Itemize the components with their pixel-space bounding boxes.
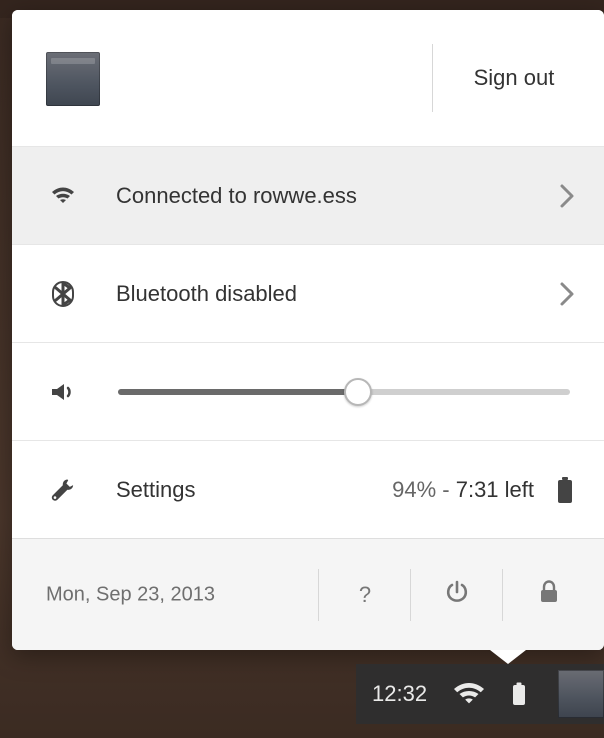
volume-slider-fill xyxy=(118,388,358,395)
network-status-label: Connected to rowwe.ess xyxy=(116,182,357,208)
volume-slider-knob[interactable] xyxy=(343,377,372,406)
lock-button[interactable] xyxy=(514,573,584,617)
help-button[interactable]: ? xyxy=(330,573,400,617)
power-icon xyxy=(444,579,470,610)
tray-user-avatar[interactable] xyxy=(558,670,604,718)
footer-divider xyxy=(410,569,411,621)
volume-slider[interactable] xyxy=(118,377,570,406)
user-header: Sign out xyxy=(12,10,604,146)
battery-status: 94% - 7:31 left xyxy=(392,477,534,503)
sign-out-button[interactable]: Sign out xyxy=(444,60,584,96)
wifi-icon xyxy=(50,183,76,209)
speaker-icon[interactable] xyxy=(50,379,76,405)
bluetooth-icon xyxy=(50,280,76,307)
user-avatar xyxy=(46,52,100,106)
battery-separator: - xyxy=(436,476,456,502)
footer-divider xyxy=(502,569,503,621)
bluetooth-status-label: Bluetooth disabled xyxy=(116,280,298,306)
tray-clock[interactable]: 12:32 xyxy=(372,681,427,707)
status-tray[interactable]: 12:32 xyxy=(356,664,604,724)
chevron-right-icon xyxy=(556,281,576,307)
date-label: Mon, Sep 23, 2013 xyxy=(46,583,216,605)
menu-pointer xyxy=(490,650,526,664)
lock-icon xyxy=(537,579,561,610)
power-button[interactable] xyxy=(422,573,492,617)
settings-row[interactable]: Settings 94% - 7:31 left xyxy=(12,440,604,538)
chevron-right-icon xyxy=(556,183,576,209)
help-label: ? xyxy=(358,581,372,607)
network-row[interactable]: Connected to rowwe.ess xyxy=(12,146,604,244)
battery-percent: 94% xyxy=(392,476,437,502)
bluetooth-row[interactable]: Bluetooth disabled xyxy=(12,244,604,342)
battery-time-remaining: 7:31 left xyxy=(455,476,534,502)
footer-divider xyxy=(318,569,319,621)
settings-label: Settings xyxy=(116,476,196,502)
volume-row xyxy=(12,342,604,440)
wrench-icon xyxy=(50,477,76,503)
header-divider xyxy=(432,44,433,112)
footer: Mon, Sep 23, 2013 ? xyxy=(12,538,604,650)
system-tray-menu: Sign out Connected to rowwe.ess Bluetoot… xyxy=(12,10,604,650)
battery-icon[interactable] xyxy=(512,682,526,706)
wifi-icon[interactable] xyxy=(452,681,486,707)
battery-icon xyxy=(556,476,574,504)
